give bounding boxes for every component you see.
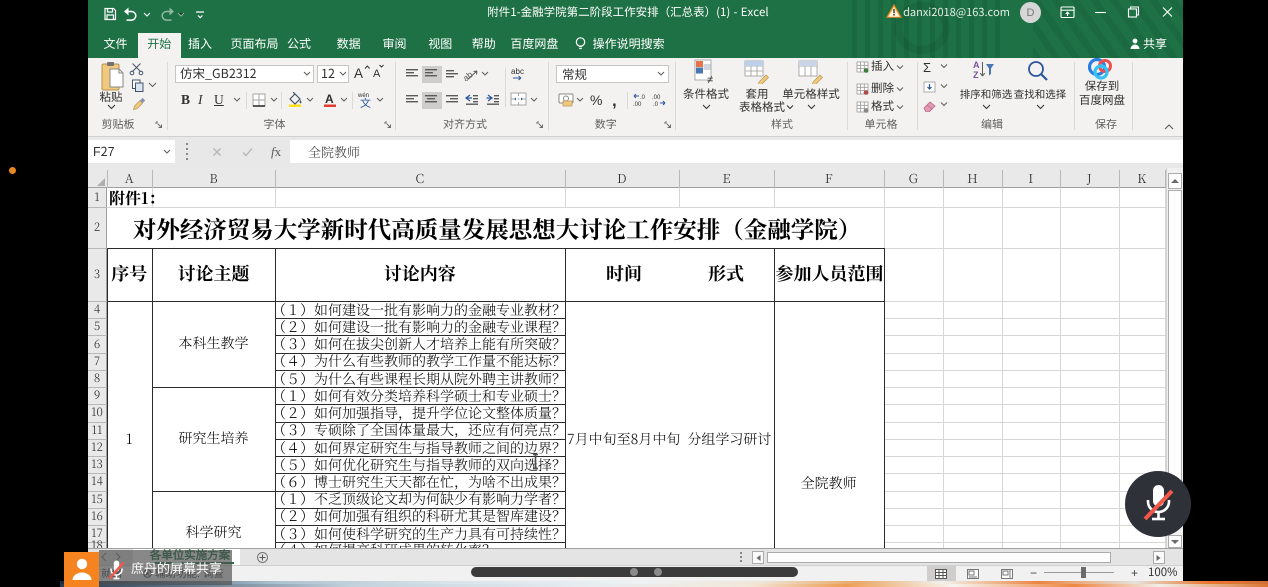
svg-text:A: A xyxy=(973,60,980,70)
svg-text:A: A xyxy=(354,66,363,81)
svg-text:A: A xyxy=(373,68,381,80)
svg-text:ab: ab xyxy=(464,69,475,81)
svg-text:c: c xyxy=(520,67,524,76)
